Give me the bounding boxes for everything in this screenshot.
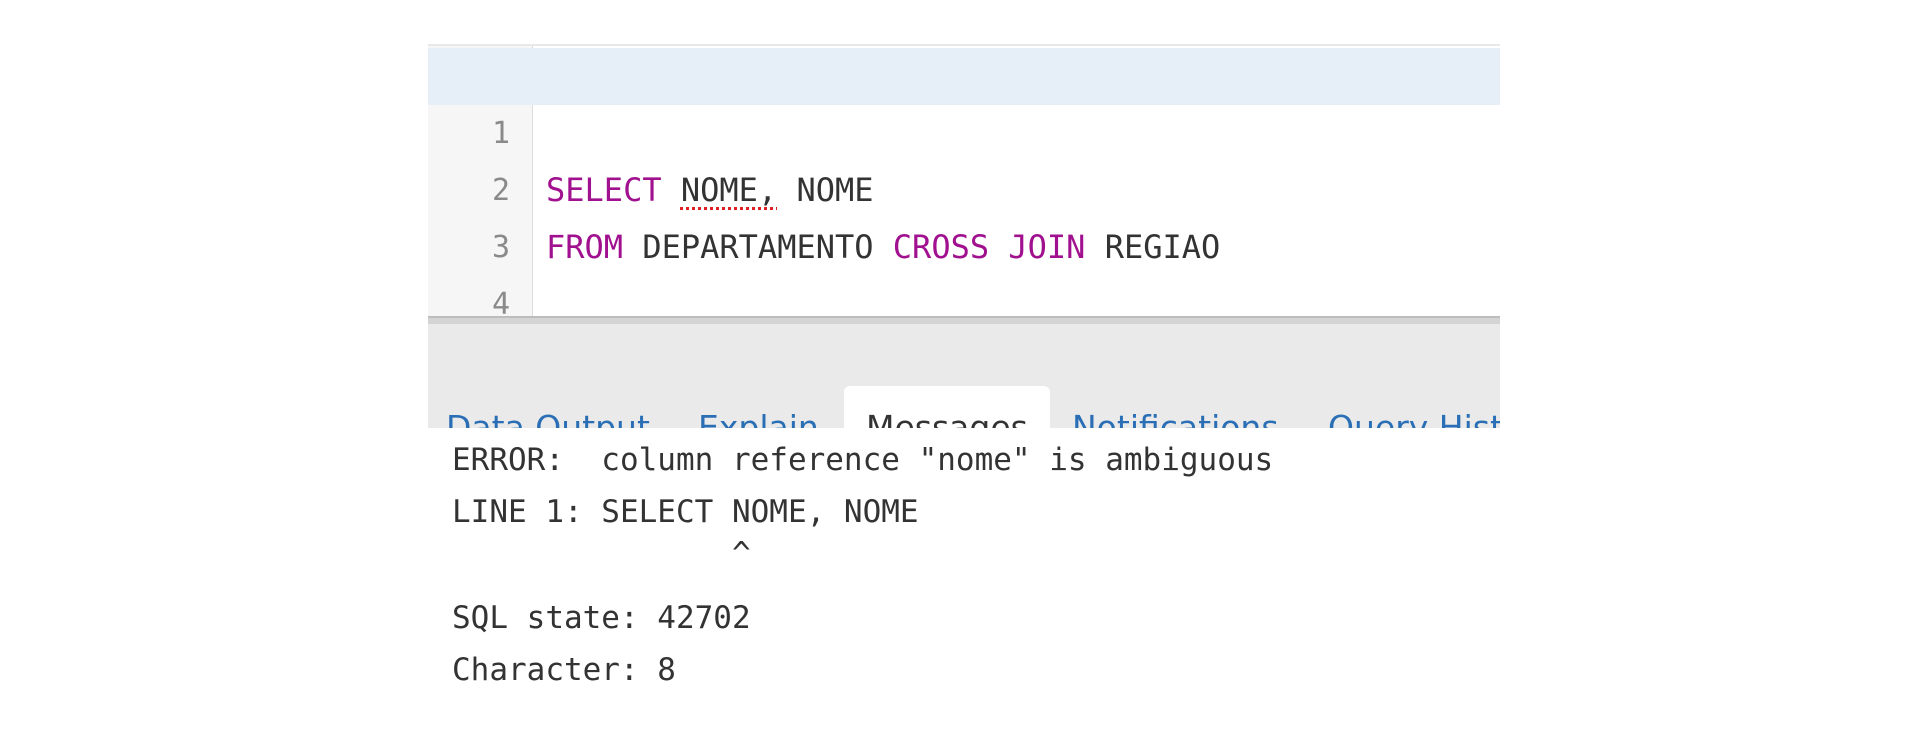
error-caret: ^ — [452, 536, 751, 572]
error-message: ERROR: column reference "nome" is ambigu… — [452, 442, 1274, 478]
editor-line-4[interactable]: 4 — [428, 219, 1500, 318]
query-tool: 1 SELECT NOME, NOME 2 FROM DEPARTAMENTO … — [428, 44, 1500, 694]
messages-panel: ERROR: column reference "nome" is ambigu… — [428, 428, 1500, 694]
editor-line-3[interactable]: 3 — [428, 162, 1500, 265]
sql-editor[interactable]: 1 SELECT NOME, NOME 2 FROM DEPARTAMENTO … — [428, 44, 1500, 318]
editor-line-2[interactable]: 2 FROM DEPARTAMENTO CROSS JOIN REGIAO — [428, 105, 1500, 266]
sql-state: SQL state: 42702 — [452, 600, 751, 636]
editor-line-5[interactable]: 5 — [428, 276, 1500, 318]
results-tab-bar: Data Output Explain Messages Notificatio… — [428, 324, 1500, 470]
editor-line-1[interactable]: 1 SELECT NOME, NOME — [428, 48, 1500, 209]
error-character-position: Character: 8 — [452, 652, 676, 688]
error-line-reference: LINE 1: SELECT NOME, NOME — [452, 494, 919, 530]
panel-resize-handle[interactable] — [428, 316, 1500, 324]
